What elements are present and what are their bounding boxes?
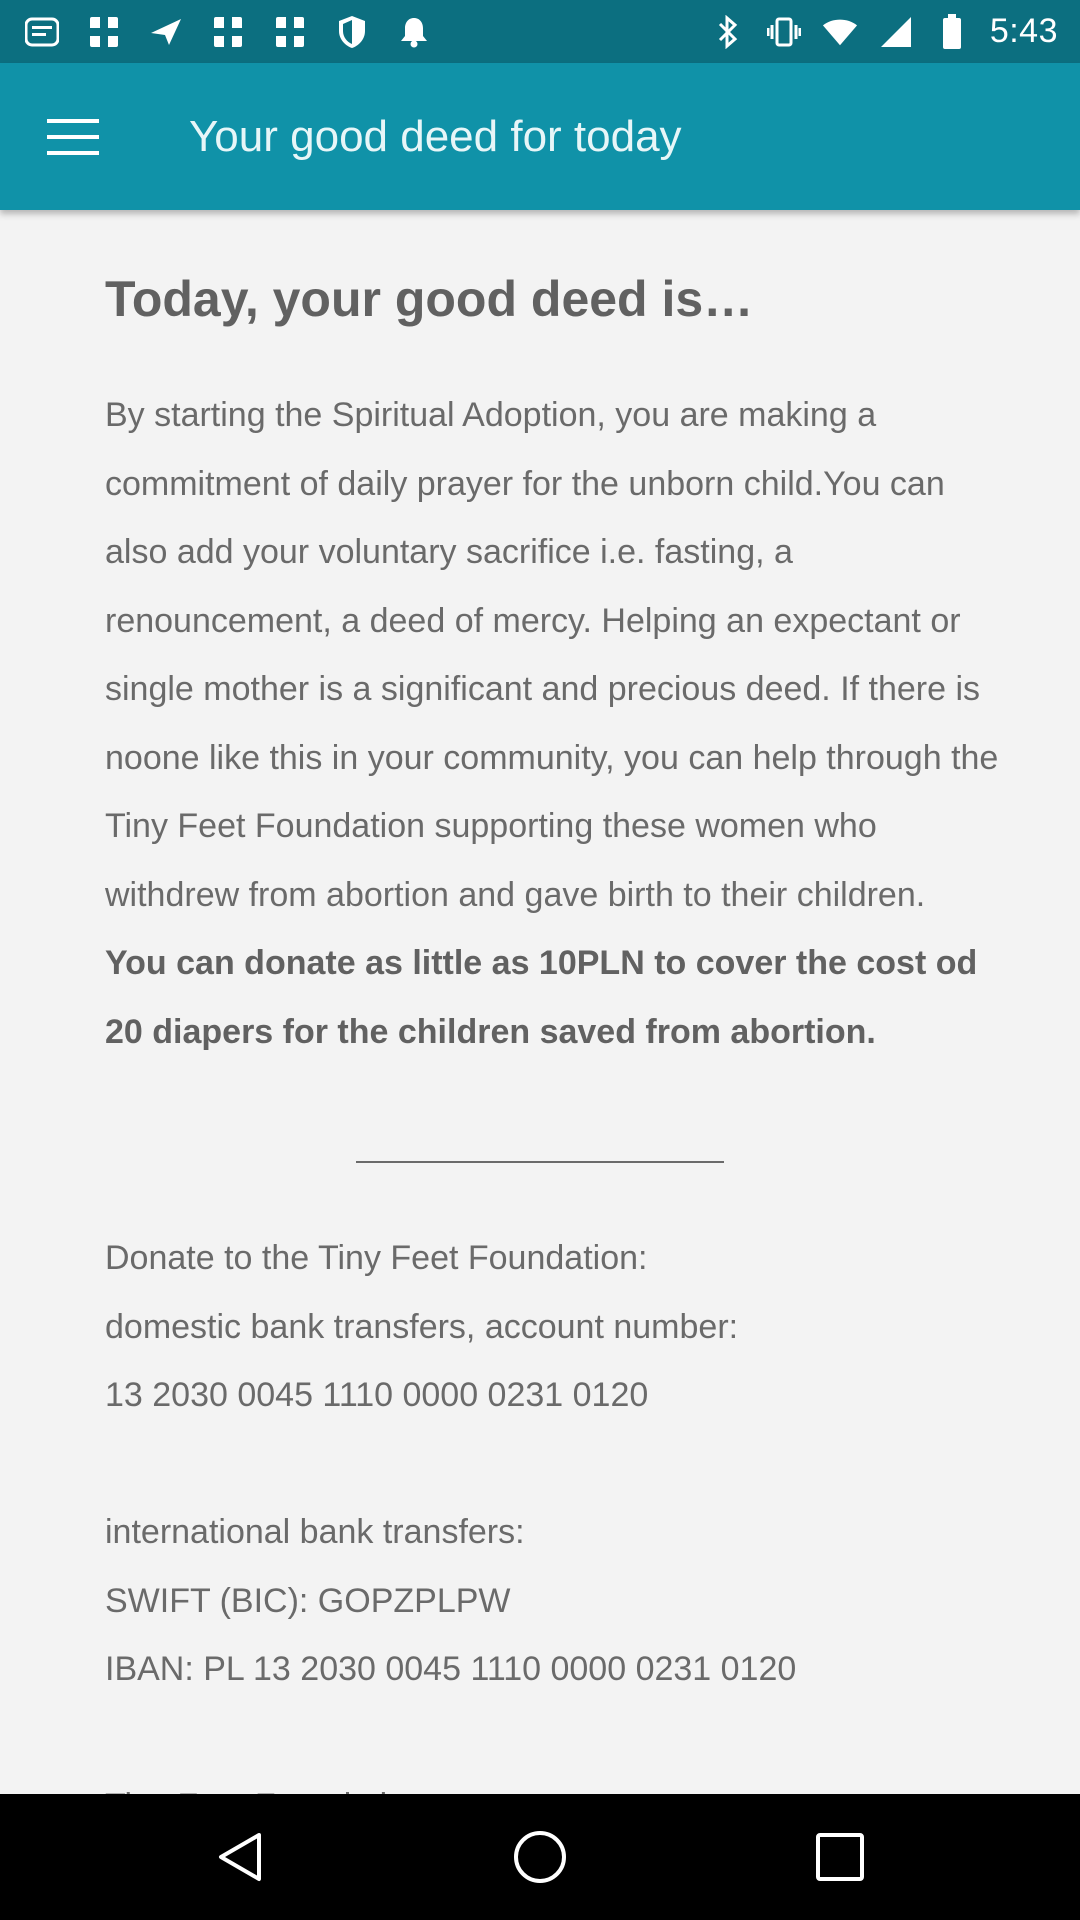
shield-icon (334, 14, 370, 50)
iban-number: IBAN: PL 13 2030 0045 1110 0000 0231 012… (105, 1650, 797, 1688)
divider (356, 1161, 724, 1163)
donate-title: Donate to the Tiny Feet Foundation: (105, 1239, 648, 1277)
foundation-name: Tiny Feet Foundation (105, 1772, 1015, 1794)
app-bar: Your good deed for today (0, 63, 1080, 210)
menu-button[interactable] (0, 63, 146, 210)
recents-button[interactable] (800, 1817, 880, 1897)
image-icon (210, 14, 246, 50)
bluetooth-icon (710, 14, 746, 50)
status-time: 5:43 (989, 12, 1058, 50)
vibrate-icon (766, 14, 802, 50)
status-bar: 5:43 (0, 0, 1080, 63)
notification-icon (24, 14, 60, 50)
deed-paragraph: By starting the Spiritual Adoption, you … (105, 396, 999, 914)
back-button[interactable] (200, 1817, 280, 1897)
domestic-label: domestic bank transfers, account number: (105, 1307, 739, 1346)
content-scroll-area[interactable]: Today, your good deed is… By starting th… (0, 210, 1080, 1794)
donation-info: Donate to the Tiny Feet Foundation: dome… (105, 1224, 1015, 1794)
status-left-icons (24, 14, 432, 50)
home-button[interactable] (500, 1817, 580, 1897)
wifi-icon (822, 14, 858, 50)
home-icon (514, 1831, 566, 1883)
navigation-bar (0, 1794, 1080, 1920)
recents-icon (816, 1833, 864, 1881)
international-label: international bank transfers: (105, 1513, 525, 1551)
donation-highlight: You can donate as little as 10PLN to cov… (105, 944, 978, 1051)
page-title: Your good deed for today (189, 111, 682, 161)
bell-icon (396, 14, 432, 50)
cell-signal-icon (878, 14, 914, 50)
deed-heading: Today, your good deed is… (105, 271, 754, 327)
status-right-icons: 5:43 (710, 12, 1058, 51)
domestic-account-number: 13 2030 0045 1110 0000 0231 0120 (105, 1376, 649, 1414)
image-icon (86, 14, 122, 50)
image-icon (272, 14, 308, 50)
deed-description: By starting the Spiritual Adoption, you … (105, 381, 1015, 1066)
swift-code: SWIFT (BIC): GOPZPLPW (105, 1581, 511, 1620)
battery-icon (934, 13, 970, 50)
back-icon (219, 1833, 261, 1881)
hamburger-menu-icon (47, 118, 99, 155)
signal-icon (148, 14, 184, 50)
